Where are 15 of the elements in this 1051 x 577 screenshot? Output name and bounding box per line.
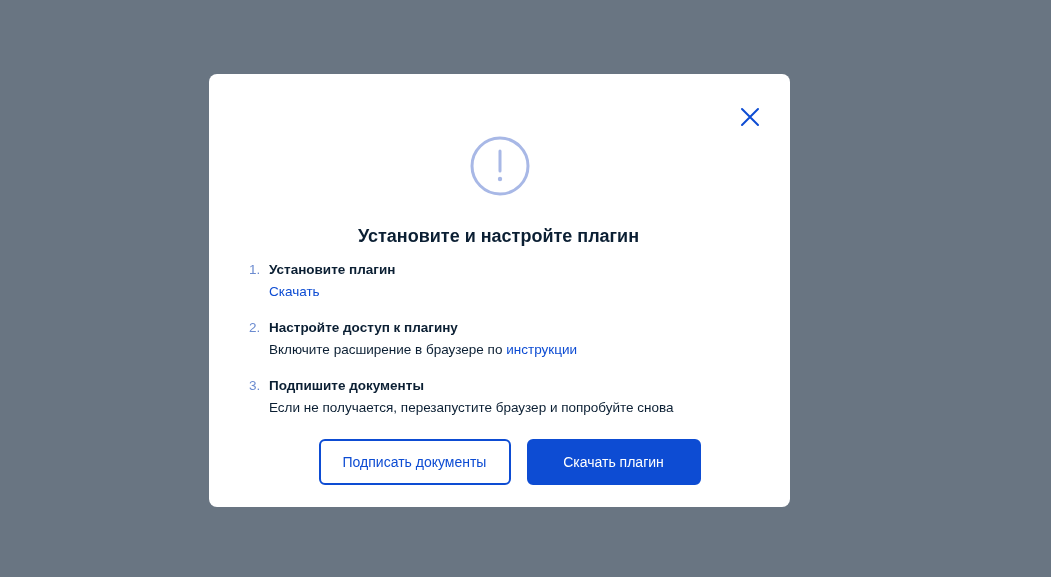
dialog-title: Установите и настройте плагин	[357, 226, 640, 247]
step-number: 1.	[249, 261, 262, 279]
sign-documents-button[interactable]: Подписать документы	[318, 439, 511, 485]
step-number: 3.	[249, 377, 262, 395]
step-title: Настройте доступ к плагину	[269, 319, 459, 337]
instructions-link[interactable]: инструкции	[506, 342, 577, 357]
step-number: 2.	[249, 319, 262, 337]
step-title: Подпишите документы	[269, 377, 425, 395]
download-link[interactable]: Скачать	[269, 284, 320, 299]
download-plugin-button[interactable]: Скачать плагин	[526, 439, 701, 485]
step-title: Установите плагин	[269, 261, 396, 279]
close-icon[interactable]	[740, 107, 760, 127]
step-description: Если не получается, перезапустите браузер и попробуйте снова	[269, 399, 674, 417]
exclamation-icon	[469, 136, 530, 196]
step-description: Включите расширение в браузере по инструкции	[269, 341, 577, 359]
